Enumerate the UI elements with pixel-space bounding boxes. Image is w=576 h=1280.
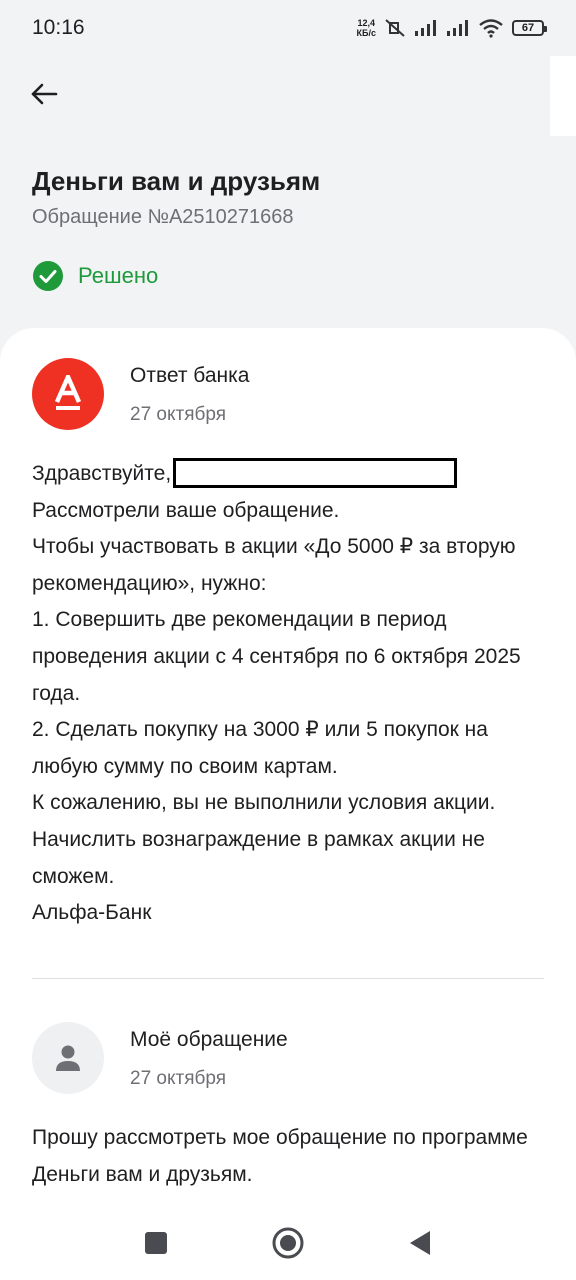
message-author: Моё обращение (130, 1028, 288, 1051)
message-line: Альфа-Банк (32, 901, 152, 925)
message-date: 27 октября (130, 1068, 227, 1089)
decorative-strip (550, 56, 576, 136)
square-icon (145, 1232, 167, 1254)
wifi-icon (479, 19, 503, 38)
home-circle-icon (272, 1227, 304, 1259)
muted-vibrate-icon (385, 19, 405, 37)
arrow-left-icon (31, 83, 58, 105)
back-button[interactable] (26, 76, 62, 112)
alfa-bank-logo-icon (54, 375, 82, 410)
battery-icon: 67 (512, 20, 547, 36)
status-time: 10:16 (32, 16, 85, 39)
divider (32, 978, 544, 979)
page-title: Деньги вам и друзьям (32, 166, 321, 196)
message-line: 1. Совершить две рекомендации в период п… (32, 608, 521, 705)
check-circle-icon (33, 261, 63, 291)
status-bar: 10:16 12,4 КБ/с 67 (0, 0, 576, 56)
ticket-number: Обращение №A2510271668 (32, 206, 294, 228)
system-back-button[interactable] (402, 1225, 438, 1261)
user-icon (56, 1045, 80, 1071)
redacted-name (173, 458, 458, 488)
home-button[interactable] (270, 1225, 306, 1261)
message-line: Здравствуйте, (32, 456, 552, 493)
signal-icon-2 (447, 20, 468, 36)
triangle-back-icon (410, 1231, 430, 1255)
message-date: 27 октября (130, 404, 227, 425)
user-avatar (32, 1022, 104, 1094)
system-nav-bar (0, 1206, 576, 1280)
battery-level: 67 (521, 22, 535, 34)
network-speed: 12,4 КБ/с (356, 18, 376, 38)
message-line: 2. Сделать покупку на 3000 ₽ или 5 покуп… (32, 718, 488, 778)
message-author: Ответ банка (130, 364, 250, 387)
status-icons: 12,4 КБ/с 67 (356, 18, 547, 38)
messages-card: Ответ банка 27 октября Здравствуйте, Рас… (0, 328, 576, 1280)
status-label: Решено (78, 263, 159, 288)
user-message-body: Прошу рассмотреть мое обращение по прогр… (32, 1120, 552, 1193)
message-line: Чтобы участвовать в акции «До 5000 ₽ за … (32, 535, 516, 595)
signal-icon-1 (415, 20, 436, 36)
bank-avatar (32, 358, 104, 430)
message-line: К сожалению, вы не выполнили условия акц… (32, 791, 496, 888)
recent-apps-button[interactable] (138, 1225, 174, 1261)
message-line: Рассмотрели ваше обращение. (32, 498, 340, 522)
bank-message-body: Здравствуйте, Рассмотрели ваше обращение… (32, 456, 552, 932)
status-badge: Решено (32, 260, 158, 292)
message-line: Прошу рассмотреть мое обращение по прогр… (32, 1126, 528, 1186)
